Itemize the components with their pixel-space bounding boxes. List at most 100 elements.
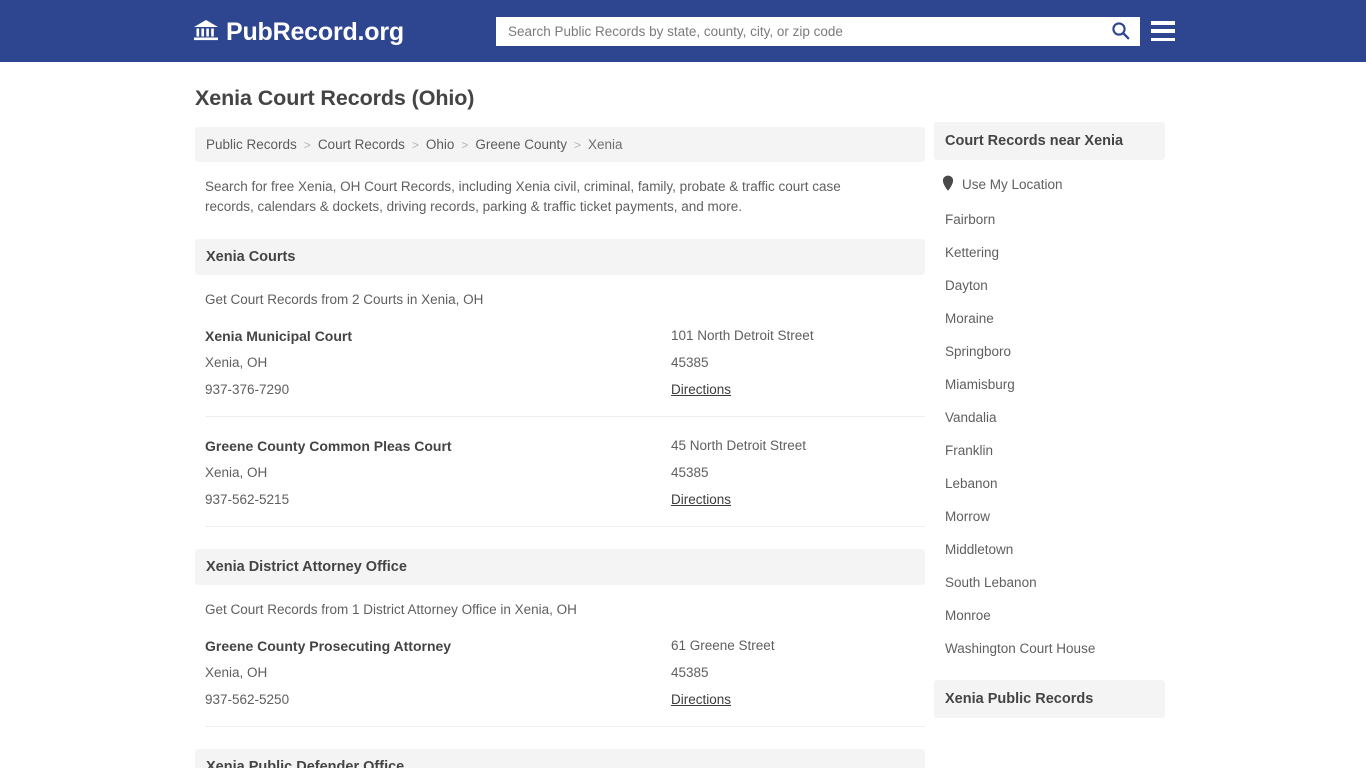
sidebar-item-label: Dayton xyxy=(945,278,988,293)
main-content: Xenia Court Records (Ohio) Public Record… xyxy=(195,86,925,768)
sidebar-item-label: Franklin xyxy=(945,443,994,458)
court-street: 45 North Detroit Street xyxy=(671,438,807,453)
sidebar-item-label: Miamisburg xyxy=(945,377,1015,392)
hamburger-bar xyxy=(1151,21,1175,25)
sidebar-item-franklin[interactable]: Franklin xyxy=(934,434,1165,467)
sidebar-item-miamisburg[interactable]: Miamisburg xyxy=(934,368,1165,401)
court-zip: 45385 xyxy=(671,355,709,370)
court-entry: Greene County Prosecuting Attorney Xenia,… xyxy=(205,617,925,727)
search-button[interactable] xyxy=(1109,21,1132,43)
sidebar-city-list: Fairborn Kettering Dayton Moraine Springboro… xyxy=(934,203,1165,665)
court-phone-link[interactable]: 937-562-5250 xyxy=(205,692,289,707)
sidebar-item-middletown[interactable]: Middletown xyxy=(934,533,1165,566)
court-city-state: Xenia, OH xyxy=(205,465,268,480)
section-header: Xenia Courts xyxy=(195,239,925,275)
court-zip: 45385 xyxy=(671,665,709,680)
court-phone: 937-562-5215 xyxy=(205,492,671,508)
sidebar-item-washington-court-house[interactable]: Washington Court House xyxy=(934,632,1165,665)
court-directions: Directions xyxy=(671,492,925,508)
sidebar-item-label: Fairborn xyxy=(945,212,996,227)
sidebar-item-kettering[interactable]: Kettering xyxy=(934,236,1165,269)
sidebar-item-monroe[interactable]: Monroe xyxy=(934,599,1165,632)
court-entry-left: Greene County Prosecuting Attorney Xenia,… xyxy=(205,638,671,708)
sidebar-item-label: Monroe xyxy=(945,608,991,623)
court-phone-link[interactable]: 937-376-7290 xyxy=(205,382,289,397)
search-input[interactable] xyxy=(506,18,1109,45)
sidebar-item-label: Vandalia xyxy=(945,410,997,425)
sidebar-public-records-title: Xenia Public Records xyxy=(934,680,1165,718)
breadcrumb-item-court-records[interactable]: Court Records xyxy=(318,137,405,152)
hamburger-bar xyxy=(1151,29,1175,33)
sidebar-item-label: Kettering xyxy=(945,245,1000,260)
sidebar-item-morrow[interactable]: Morrow xyxy=(934,500,1165,533)
court-city-state: Xenia, OH xyxy=(205,355,268,370)
breadcrumb-separator: > xyxy=(573,137,581,152)
breadcrumb-separator: > xyxy=(411,137,419,152)
hamburger-bar xyxy=(1151,37,1175,41)
sidebar-item-label: Use My Location xyxy=(962,177,1063,192)
brand-name: PubRecord.org xyxy=(226,18,404,46)
sidebar-nearby-title: Court Records near Xenia xyxy=(934,122,1165,160)
sidebar-item-fairborn[interactable]: Fairborn xyxy=(934,203,1165,236)
directions-link[interactable]: Directions xyxy=(671,382,731,397)
court-name-link[interactable]: Greene County Prosecuting Attorney xyxy=(205,638,671,654)
directions-link[interactable]: Directions xyxy=(671,492,731,507)
sidebar-item-label: Lebanon xyxy=(945,476,998,491)
court-name-link[interactable]: Greene County Common Pleas Court xyxy=(205,438,671,454)
site-header: PubRecord.org xyxy=(0,0,1366,62)
court-name-link[interactable]: Xenia Municipal Court xyxy=(205,328,671,344)
court-entry-left: Greene County Common Pleas Court Xenia, O… xyxy=(205,438,671,508)
breadcrumb-separator: > xyxy=(303,137,311,152)
court-directions: Directions xyxy=(671,692,925,708)
page-title: Xenia Court Records (Ohio) xyxy=(195,86,475,110)
breadcrumb-item-public-records[interactable]: Public Records xyxy=(206,137,297,152)
sidebar-item-south-lebanon[interactable]: South Lebanon xyxy=(934,566,1165,599)
court-entry: Xenia Municipal Court Xenia, OH 937-376-72… xyxy=(205,307,925,417)
sidebar-item-label: South Lebanon xyxy=(945,575,1037,590)
bank-building-icon xyxy=(193,18,219,47)
search-bar[interactable] xyxy=(496,17,1140,46)
section-subtitle: Get Court Records from 2 Courts in Xenia… xyxy=(205,292,484,307)
court-street: 61 Greene Street xyxy=(671,638,775,653)
sidebar-item-label: Morrow xyxy=(945,509,991,524)
section-header: Xenia District Attorney Office xyxy=(195,549,925,585)
page-description: Search for free Xenia, OH Court Records,… xyxy=(205,179,841,214)
breadcrumb-item-greene-county[interactable]: Greene County xyxy=(475,137,567,152)
section-header: Xenia Public Defender Office xyxy=(195,749,925,768)
court-entry-left: Xenia Municipal Court Xenia, OH 937-376-72… xyxy=(205,328,671,398)
court-entry: Greene County Common Pleas Court Xenia, O… xyxy=(205,417,925,527)
breadcrumb-separator: > xyxy=(461,137,469,152)
court-zip: 45385 xyxy=(671,465,709,480)
court-phone-link[interactable]: 937-562-5215 xyxy=(205,492,289,507)
sidebar-item-dayton[interactable]: Dayton xyxy=(934,269,1165,302)
sidebar-item-label: Moraine xyxy=(945,311,994,326)
court-entry-right: 101 North Detroit Street 45385 Directions xyxy=(671,328,925,398)
sidebar-item-vandalia[interactable]: Vandalia xyxy=(934,401,1165,434)
sidebar-nearby-list: Use My Location Fairborn Kettering Dayton M… xyxy=(934,166,1165,665)
court-directions: Directions xyxy=(671,382,925,398)
court-city-state: Xenia, OH xyxy=(205,665,268,680)
court-phone: 937-376-7290 xyxy=(205,382,671,398)
site-logo[interactable]: PubRecord.org xyxy=(193,18,404,47)
directions-link[interactable]: Directions xyxy=(671,692,731,707)
sidebar-item-label: Springboro xyxy=(945,344,1012,359)
breadcrumb: Public Records > Court Records > Ohio > Greene… xyxy=(195,127,925,162)
search-icon xyxy=(1111,21,1130,43)
sections-container: Xenia Courts Get Court Records from 2 Cou… xyxy=(195,239,925,768)
sidebar-item-springboro[interactable]: Springboro xyxy=(934,335,1165,368)
sidebar-item-label: Middletown xyxy=(945,542,1014,557)
sidebar-item-lebanon[interactable]: Lebanon xyxy=(934,467,1165,500)
court-street: 101 North Detroit Street xyxy=(671,328,814,343)
sidebar-item-label: Washington Court House xyxy=(945,641,1096,656)
sidebar-item-moraine[interactable]: Moraine xyxy=(934,302,1165,335)
breadcrumb-item-ohio[interactable]: Ohio xyxy=(426,137,455,152)
hamburger-menu-icon[interactable] xyxy=(1151,19,1175,43)
court-entry-right: 61 Greene Street 45385 Directions xyxy=(671,638,925,708)
sidebar: Court Records near Xenia Use My Location… xyxy=(934,122,1165,718)
court-entry-right: 45 North Detroit Street 45385 Directions xyxy=(671,438,925,508)
sidebar-item-use-my-location[interactable]: Use My Location xyxy=(934,166,1165,203)
section-subtitle: Get Court Records from 1 District Attorn… xyxy=(205,602,577,617)
breadcrumb-item-xenia: Xenia xyxy=(588,137,623,152)
court-phone: 937-562-5250 xyxy=(205,692,671,708)
map-pin-icon xyxy=(942,175,954,194)
